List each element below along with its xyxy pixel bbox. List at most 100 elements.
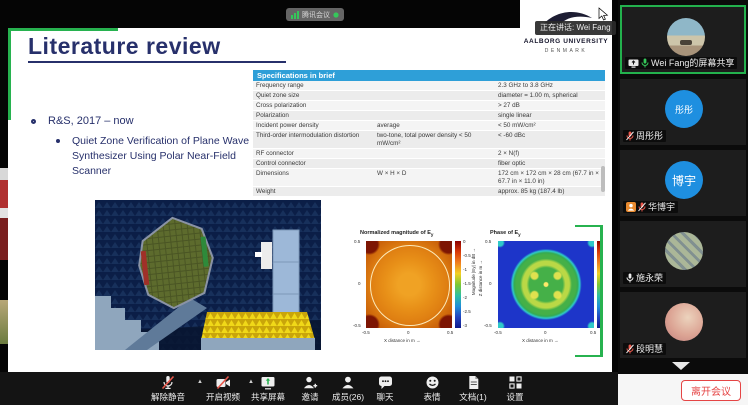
avatar: 博宇	[665, 161, 703, 199]
screen-share-stage: Literature review R&S, 2017 – now Quiet …	[0, 0, 618, 372]
leave-panel: 离开会议	[618, 374, 748, 405]
x-tick: 0	[544, 330, 547, 335]
mic-on-icon	[626, 273, 634, 283]
avatar	[665, 232, 703, 270]
documents-button[interactable]: 文档(1)	[459, 375, 486, 403]
magnitude-heatmap	[366, 241, 452, 328]
participant-tile-huaboyu[interactable]: 博宇 华博宇	[620, 150, 746, 216]
members-button[interactable]: 成员(26)	[332, 375, 364, 403]
table-header: Specifications in brief	[253, 70, 605, 81]
desktop-edge-sliver	[0, 180, 8, 208]
mic-muted-icon	[160, 375, 176, 390]
logo-country-text: DENMARK	[520, 48, 612, 54]
participant-label: 段明慧	[623, 343, 666, 355]
cbar-tick: -2.5	[463, 309, 471, 314]
x-tick: -0.5	[494, 330, 502, 335]
table-row: Third-order intermodulation distortiontw…	[253, 131, 605, 149]
x-axis-label: X distance in m →	[384, 338, 421, 343]
slide-corner-accent	[8, 28, 11, 120]
x-tick: 0	[407, 330, 410, 335]
avatar	[665, 303, 703, 341]
bullet-icon	[31, 119, 36, 124]
desktop-edge-sliver	[0, 208, 8, 218]
share-screen-icon	[260, 375, 276, 390]
floating-meeting-pill[interactable]: 腾讯会议	[286, 8, 344, 21]
emoji-icon	[424, 375, 440, 390]
avatar	[667, 18, 705, 56]
table-row: Polarizationsingle linear	[253, 111, 605, 121]
avatar-photo-detail	[680, 40, 692, 45]
y-tick: -0.5	[484, 323, 492, 328]
table-row: Incident power densityaverage< 50 mW/cm²	[253, 121, 605, 131]
desktop-edge-sliver	[0, 300, 8, 344]
status-dot-icon	[333, 12, 339, 18]
mouse-cursor-icon	[598, 7, 609, 21]
table-row: Weightapprox. 85 kg (187.4 lb)	[253, 187, 605, 197]
invite-icon	[302, 375, 318, 390]
participant-label: 周彤彤	[623, 130, 666, 142]
cbar-tick: -3	[463, 323, 467, 328]
screen-share-icon	[628, 59, 639, 68]
settings-button[interactable]: 设置	[506, 375, 523, 403]
meeting-toolbar: 解除静音 ▲ 开启视频 ▲ 共享屏幕	[0, 372, 618, 405]
members-icon	[340, 375, 356, 390]
participant-label: 华博宇	[623, 201, 678, 213]
y-axis-label: Z distance in m →	[478, 260, 483, 296]
camera-off-icon	[215, 375, 231, 390]
settings-icon	[507, 375, 523, 390]
cbar-tick: -1.5	[463, 281, 471, 286]
start-video-button[interactable]: 开启视频	[206, 375, 240, 403]
meeting-window: Literature review R&S, 2017 – now Quiet …	[0, 0, 748, 405]
signal-icon	[291, 11, 299, 19]
x-axis-label: X distance in m →	[522, 338, 559, 343]
table-row: Quiet zone sizediameter = 1.00 m, spheri…	[253, 91, 605, 101]
y-tick: -0.5	[353, 323, 361, 328]
bullet-level2: Quiet Zone Verification of Plane Wave Sy…	[72, 134, 272, 179]
table-row: Control connectorfiber optic	[253, 159, 605, 169]
cbar-tick: -2	[463, 295, 467, 300]
figure-title: Phase of Ey	[490, 230, 521, 237]
figure-magnitude: Normalized magnitude of Ey 0.5 0 -0.5 -0…	[352, 228, 476, 358]
x-tick: 0.5	[447, 330, 453, 335]
y-tick: 0.5	[485, 239, 491, 244]
desktop-edge-sliver	[0, 168, 8, 180]
logo-text: AALBORG UNIVERSITY	[520, 38, 612, 45]
participant-tile-zhoutongtong[interactable]: 彤彤 周彤彤	[620, 79, 746, 145]
cbar-tick: -0.5	[463, 253, 471, 258]
slide-title: Literature review	[28, 33, 221, 60]
pill-text: 腾讯会议	[302, 10, 330, 20]
colorbar	[455, 241, 461, 328]
mic-muted-icon	[626, 344, 634, 354]
figure-title: Normalized magnitude of Ey	[360, 230, 433, 237]
participant-tile-duanminghui[interactable]: 段明慧	[620, 292, 746, 358]
unmute-button[interactable]: 解除静音	[151, 375, 185, 403]
mic-on-icon	[641, 58, 649, 68]
participant-tile-shiyongrong[interactable]: 施永荣	[620, 221, 746, 287]
avatar: 彤彤	[665, 90, 703, 128]
host-badge-icon	[626, 202, 636, 212]
participant-label: 施永荣	[623, 272, 666, 284]
scrollbar-thumb[interactable]	[601, 166, 605, 192]
participant-tile-weifang[interactable]: Wei Fang的屏幕共享	[620, 5, 746, 74]
table-row: Frequency range2.3 GHz to 3.8 GHz	[253, 81, 605, 91]
bullet-level1: R&S, 2017 – now	[48, 115, 134, 127]
share-screen-button[interactable]: 共享屏幕	[251, 375, 285, 403]
leave-meeting-button[interactable]: 离开会议	[681, 380, 741, 401]
colorbar-label: Magnitude |Ey| in dB →	[471, 248, 476, 295]
anechoic-chamber-photo	[95, 200, 321, 350]
y-tick: 0	[489, 281, 492, 286]
participant-label: Wei Fang的屏幕共享	[625, 57, 737, 69]
collapse-sidebar-arrow[interactable]	[672, 362, 690, 370]
y-tick: 0	[358, 281, 361, 286]
cbar-tick: 0	[463, 239, 466, 244]
emoji-button[interactable]: 表情	[423, 375, 440, 403]
invite-button[interactable]: 邀请	[301, 375, 318, 403]
cbar-tick: -1	[463, 267, 467, 272]
slide-right-accent	[575, 225, 603, 357]
x-tick: -0.5	[362, 330, 370, 335]
chat-icon	[377, 375, 393, 390]
chat-button[interactable]: 聊天	[376, 375, 393, 403]
desktop-edge-sliver	[0, 218, 8, 260]
mic-options-caret[interactable]: ▲	[197, 379, 203, 385]
table-row: RF connector2 × N(f)	[253, 149, 605, 159]
